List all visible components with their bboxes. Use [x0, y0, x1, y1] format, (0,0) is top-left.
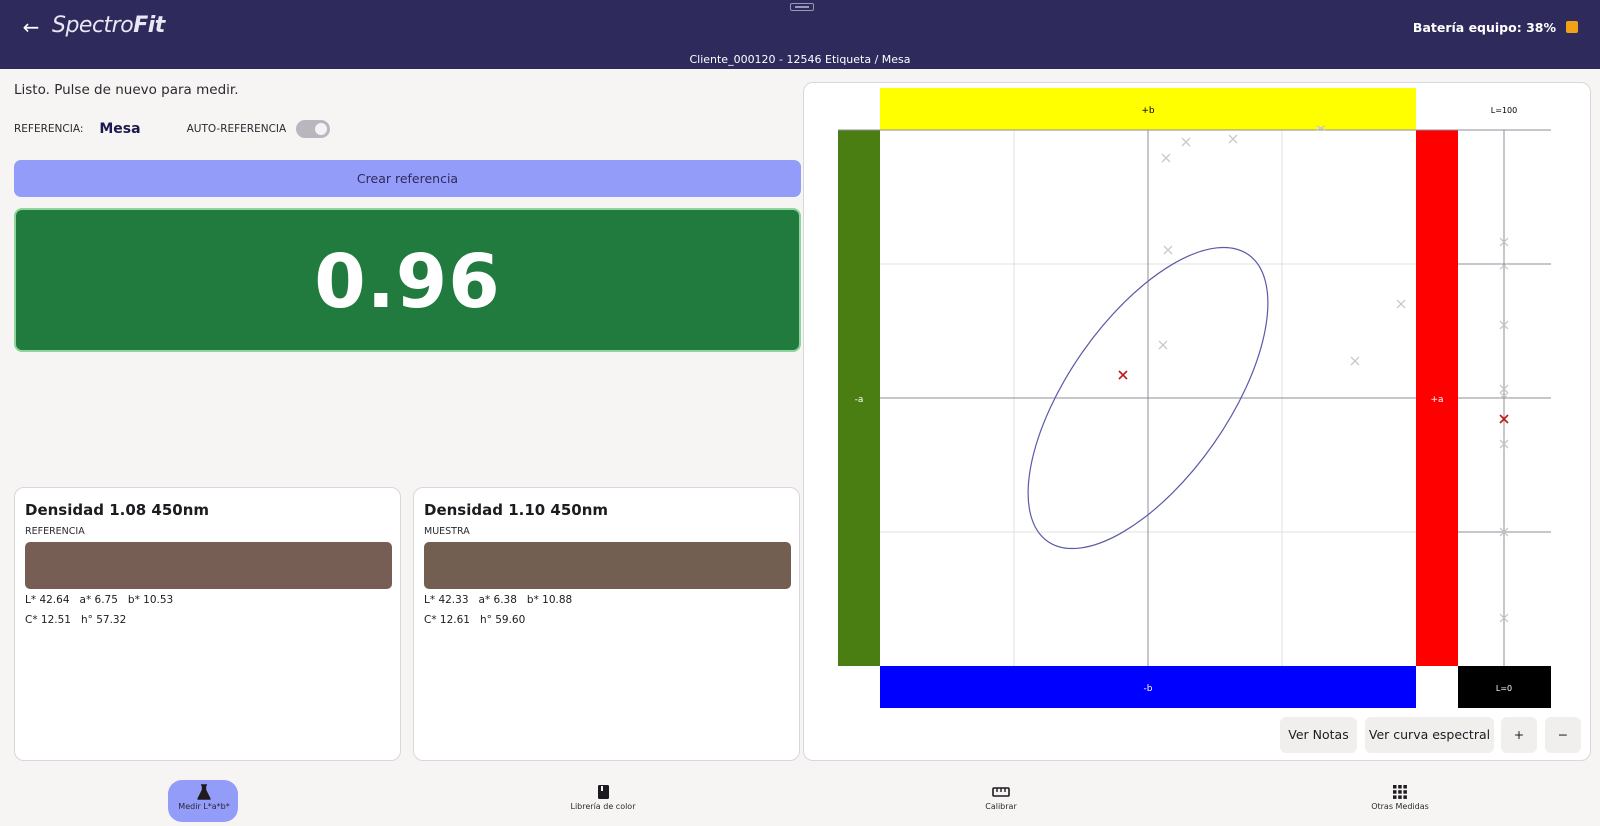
nav-label: Medir L*a*b* — [178, 802, 230, 811]
history-marker — [1158, 340, 1168, 350]
zoom-in-button[interactable]: + — [1501, 717, 1537, 753]
view-spectral-curve-button[interactable]: Ver curva espectral — [1365, 717, 1494, 753]
nav-label: Otras Medidas — [1371, 802, 1429, 811]
history-marker — [1163, 245, 1173, 255]
nav-label: Librería de color — [570, 802, 636, 811]
nav-other-measures[interactable]: Otras Medidas — [1330, 780, 1470, 822]
plus-b-label: +b — [1141, 106, 1155, 116]
history-marker — [1228, 134, 1238, 144]
lightness-axis — [1458, 130, 1551, 666]
minus-a-label: -a — [855, 395, 864, 405]
minus-b-label: -b — [1144, 684, 1153, 694]
flask-icon — [197, 784, 211, 800]
l100-label: L=100 — [1491, 106, 1517, 115]
ruler-icon — [992, 787, 1010, 797]
nav-measure-lab[interactable]: Medir L*a*b* — [134, 780, 274, 822]
color-space-chart[interactable]: +b -b -a +a L=100 L=0 — [0, 0, 1600, 826]
history-marker — [1161, 153, 1171, 163]
book-icon — [598, 785, 609, 799]
zoom-out-button[interactable]: − — [1545, 717, 1581, 753]
history-marker — [1181, 137, 1191, 147]
nav-label: Calibrar — [985, 802, 1017, 811]
nav-calibrate[interactable]: Calibrar — [931, 780, 1071, 822]
view-notes-button[interactable]: Ver Notas — [1280, 717, 1357, 753]
nav-color-library[interactable]: Librería de color — [533, 780, 673, 822]
plus-a-label: +a — [1430, 395, 1443, 405]
current-sample-marker — [1118, 370, 1128, 380]
l0-label: L=0 — [1496, 684, 1512, 693]
history-marker — [1350, 356, 1360, 366]
grid-icon — [1393, 785, 1407, 799]
history-marker — [1396, 299, 1406, 309]
